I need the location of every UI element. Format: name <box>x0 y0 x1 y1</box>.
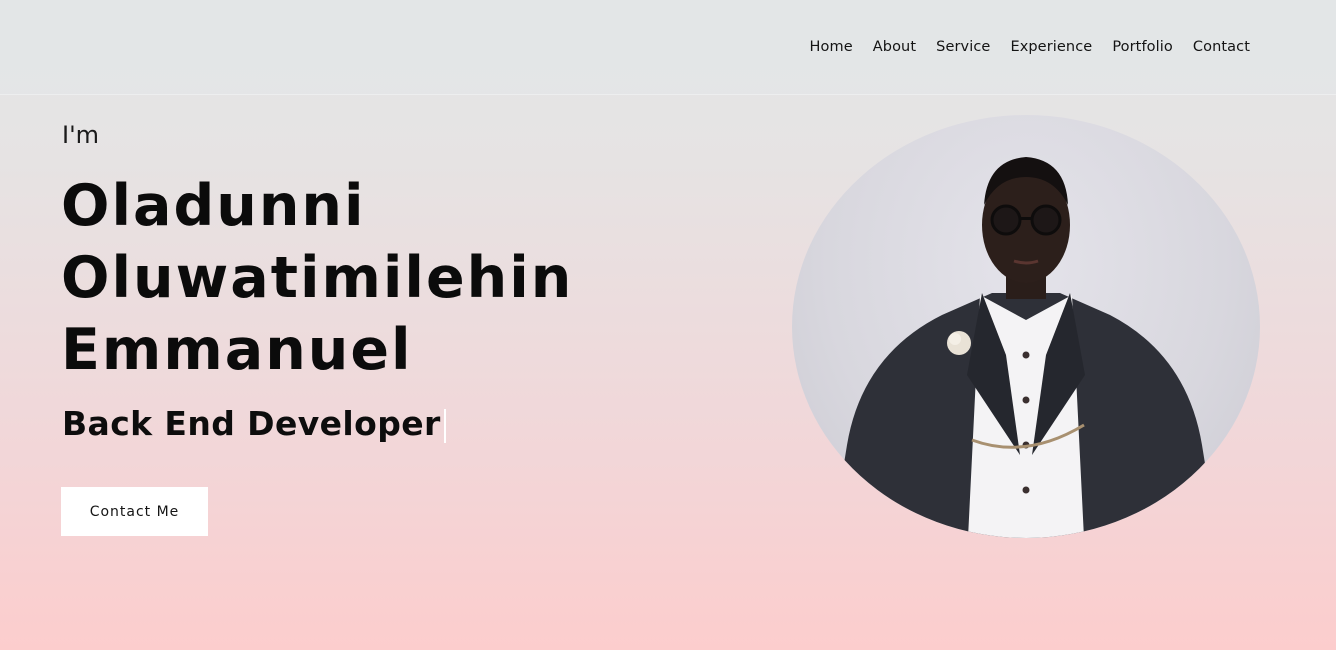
nav-item-home: Home <box>810 36 853 55</box>
contact-me-button[interactable]: Contact Me <box>61 487 208 536</box>
nav-item-experience: Experience <box>1010 36 1092 55</box>
nav-item-service: Service <box>936 36 990 55</box>
hero-intro-text: I'm <box>62 121 100 149</box>
typing-cursor <box>443 408 446 443</box>
nav-menu: Home About Service Experience Portfolio … <box>810 36 1250 55</box>
nav-link-experience[interactable]: Experience <box>1010 39 1092 55</box>
nav-item-contact: Contact <box>1193 36 1250 55</box>
hero-role-text: Back End Developer <box>62 404 446 443</box>
hero-name-line-2: Oluwatimilehin <box>61 245 574 311</box>
hero-role-label: Back End Developer <box>62 404 441 443</box>
nav-link-portfolio[interactable]: Portfolio <box>1112 39 1173 55</box>
profile-photo-illustration <box>832 157 1217 538</box>
navbar: Home About Service Experience Portfolio … <box>0 0 1336 95</box>
nav-link-service[interactable]: Service <box>936 39 990 55</box>
nav-item-about: About <box>873 36 916 55</box>
profile-photo <box>792 115 1260 538</box>
hero-name-line-1: Oladunni <box>61 173 366 239</box>
hero-name-heading: Oladunni Oluwatimilehin Emmanuel <box>61 170 573 386</box>
nav-link-contact[interactable]: Contact <box>1193 39 1250 55</box>
nav-item-portfolio: Portfolio <box>1112 36 1173 55</box>
hero-name-line-3: Emmanuel <box>61 317 413 383</box>
nav-link-about[interactable]: About <box>873 39 916 55</box>
nav-link-home[interactable]: Home <box>810 39 853 55</box>
